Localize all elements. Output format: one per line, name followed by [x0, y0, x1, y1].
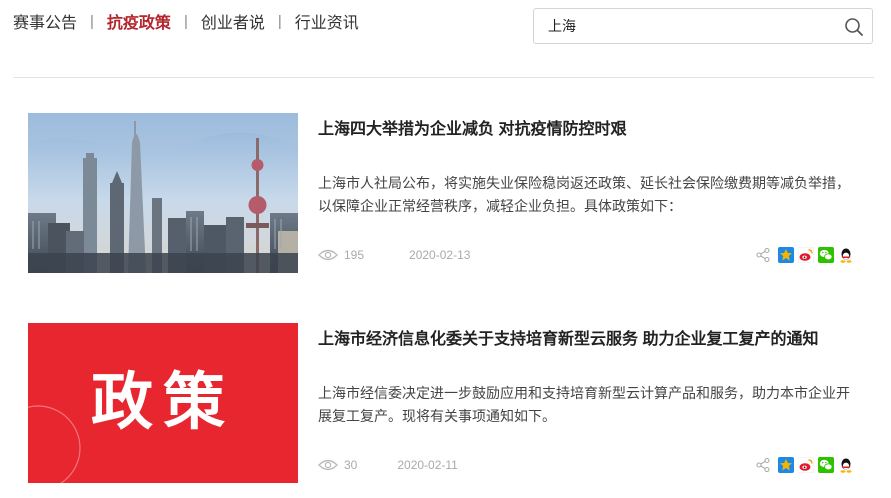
tab-separator: |: [183, 12, 188, 30]
policy-banner[interactable]: 政策: [28, 323, 298, 483]
qzone-icon[interactable]: [778, 247, 794, 263]
eye-icon: [318, 249, 338, 261]
wechat-icon[interactable]: [818, 247, 834, 263]
article-summary: 上海市经信委决定进一步鼓励应用和支持培育新型云计算产品和服务，助力本市企业开展复…: [318, 385, 850, 424]
article-meta: 195 2020-02-13: [318, 246, 470, 264]
tab-founder-talks[interactable]: 创业者说: [201, 9, 265, 33]
publish-date: 2020-02-11: [397, 458, 458, 472]
article-summary: 上海市人社局公布，将实施失业保险稳岗返还政策、延长社会保险缴费期等减负举措，以保…: [318, 175, 850, 214]
tab-announcements[interactable]: 赛事公告: [13, 9, 77, 33]
share-icon[interactable]: [756, 248, 770, 262]
tab-epidemic-policy[interactable]: 抗疫政策: [107, 9, 171, 33]
divider: [13, 77, 874, 78]
article-title[interactable]: 上海市经济信息化委关于支持培育新型云服务 助力企业复工复产的通知: [318, 325, 818, 349]
category-tabs: 赛事公告 | 抗疫政策 | 创业者说 | 行业资讯: [13, 9, 359, 33]
share-icon[interactable]: [756, 458, 770, 472]
policy-banner-text: 政策: [91, 365, 235, 438]
eye-icon: [318, 459, 338, 471]
qq-icon[interactable]: [838, 457, 854, 473]
tab-separator: |: [90, 12, 94, 30]
shanghai-skyline-photo[interactable]: [28, 113, 298, 273]
qq-icon[interactable]: [838, 247, 854, 263]
weibo-icon[interactable]: [798, 457, 814, 473]
view-count: 195: [318, 248, 364, 262]
view-count: 30: [318, 458, 357, 472]
weibo-icon[interactable]: [798, 247, 814, 263]
search-box: [533, 8, 873, 44]
search-input[interactable]: [548, 9, 838, 43]
wechat-icon[interactable]: [818, 457, 834, 473]
view-count-value: 195: [344, 248, 365, 262]
article-meta: 30 2020-02-11: [318, 456, 458, 474]
article-title[interactable]: 上海四大举措为企业减负 对抗疫情防控时艰: [318, 115, 626, 139]
share-bar: [756, 247, 854, 263]
publish-date: 2020-02-13: [409, 248, 471, 262]
share-bar: [756, 457, 854, 473]
view-count-value: 30: [344, 458, 358, 472]
qzone-icon[interactable]: [778, 457, 794, 473]
tab-industry-news[interactable]: 行业资讯: [295, 9, 359, 33]
search-icon[interactable]: [844, 17, 864, 37]
tab-separator: |: [277, 12, 282, 30]
